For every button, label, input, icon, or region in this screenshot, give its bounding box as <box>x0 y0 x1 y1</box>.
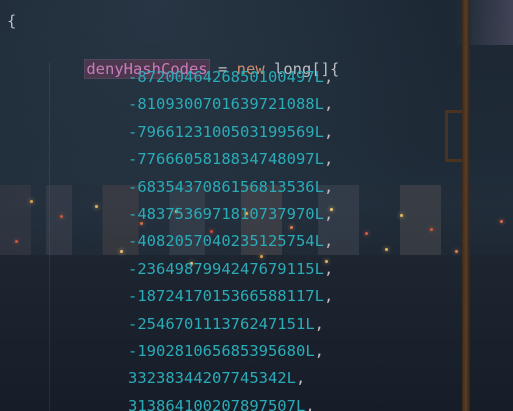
array-value-line[interactable]: -254670111376247151L, <box>128 314 324 334</box>
long-suffix: L <box>314 150 324 169</box>
array-declaration-line[interactable]: denyHashCodes = new long[]{ <box>48 39 339 79</box>
long-suffix: L <box>314 177 324 196</box>
long-literal: -1872417015366588117 <box>128 287 315 306</box>
open-brace: { <box>7 12 17 30</box>
array-value-line[interactable]: -2364987994247679115L, <box>128 259 333 279</box>
long-literal: -7966123100503199569 <box>128 122 315 141</box>
long-suffix: L <box>314 68 324 86</box>
long-literal: -2364987994247679115 <box>128 259 315 278</box>
comma-separator: , <box>323 287 334 306</box>
array-value-line[interactable]: -6835437086156813536L, <box>128 177 333 197</box>
array-value-line[interactable]: 33238344207745342L, <box>128 368 305 388</box>
long-literal: -4837536971810737970 <box>128 205 315 223</box>
long-literal: -8109300701639721088 <box>128 95 315 114</box>
long-suffix: L <box>314 232 324 251</box>
long-suffix: L <box>305 314 315 333</box>
comma-separator: , <box>323 232 334 251</box>
long-literal: -254670111376247151 <box>128 314 306 333</box>
array-value-line[interactable]: -4837536971810737970L, <box>128 204 333 224</box>
long-suffix: L <box>286 369 296 388</box>
array-value-line[interactable]: -7766605818834748097L, <box>128 149 333 169</box>
comma-separator: , <box>323 68 334 86</box>
long-suffix: L <box>295 396 306 411</box>
long-suffix: L <box>314 205 324 223</box>
long-literal: -7766605818834748097 <box>128 150 315 169</box>
comma-separator: , <box>323 177 334 196</box>
long-suffix: L <box>314 287 324 306</box>
long-literal: -6835437086156813536 <box>128 177 315 196</box>
long-literal: 313864100207897507 <box>128 396 296 411</box>
comma-separator: , <box>323 122 334 141</box>
long-literal: -8720046426850100497 <box>128 68 315 86</box>
comma-separator: , <box>323 150 334 169</box>
array-value-line[interactable]: -1872417015366588117L, <box>128 286 333 306</box>
array-value-line[interactable]: 313864100207897507L, <box>128 396 315 411</box>
array-value-line[interactable]: -4082057040235125754L, <box>128 231 333 251</box>
comma-separator: , <box>323 259 334 278</box>
array-value-line[interactable]: -8109300701639721088L, <box>128 94 333 114</box>
long-suffix: L <box>314 122 324 141</box>
long-literal: -190281065685395680 <box>128 342 306 360</box>
array-value-line[interactable]: -190281065685395680L, <box>128 341 324 361</box>
comma-separator: , <box>295 369 306 388</box>
comma-separator: , <box>323 95 334 114</box>
comma-separator: , <box>305 396 315 411</box>
array-value-line[interactable]: -7966123100503199569L, <box>128 122 333 142</box>
comma-separator: , <box>323 205 334 223</box>
indent-guide <box>49 62 50 411</box>
long-literal: -4082057040235125754 <box>128 232 315 251</box>
comma-separator: , <box>314 314 324 333</box>
long-literal: 33238344207745342 <box>128 369 287 388</box>
comma-separator: , <box>314 342 324 360</box>
array-value-line[interactable]: -8720046426850100497L, <box>128 67 333 87</box>
long-suffix: L <box>314 259 324 278</box>
code-editor[interactable]: { denyHashCodes = new long[]{ -872004642… <box>0 0 513 411</box>
long-suffix: L <box>305 342 315 360</box>
long-suffix: L <box>314 95 324 114</box>
